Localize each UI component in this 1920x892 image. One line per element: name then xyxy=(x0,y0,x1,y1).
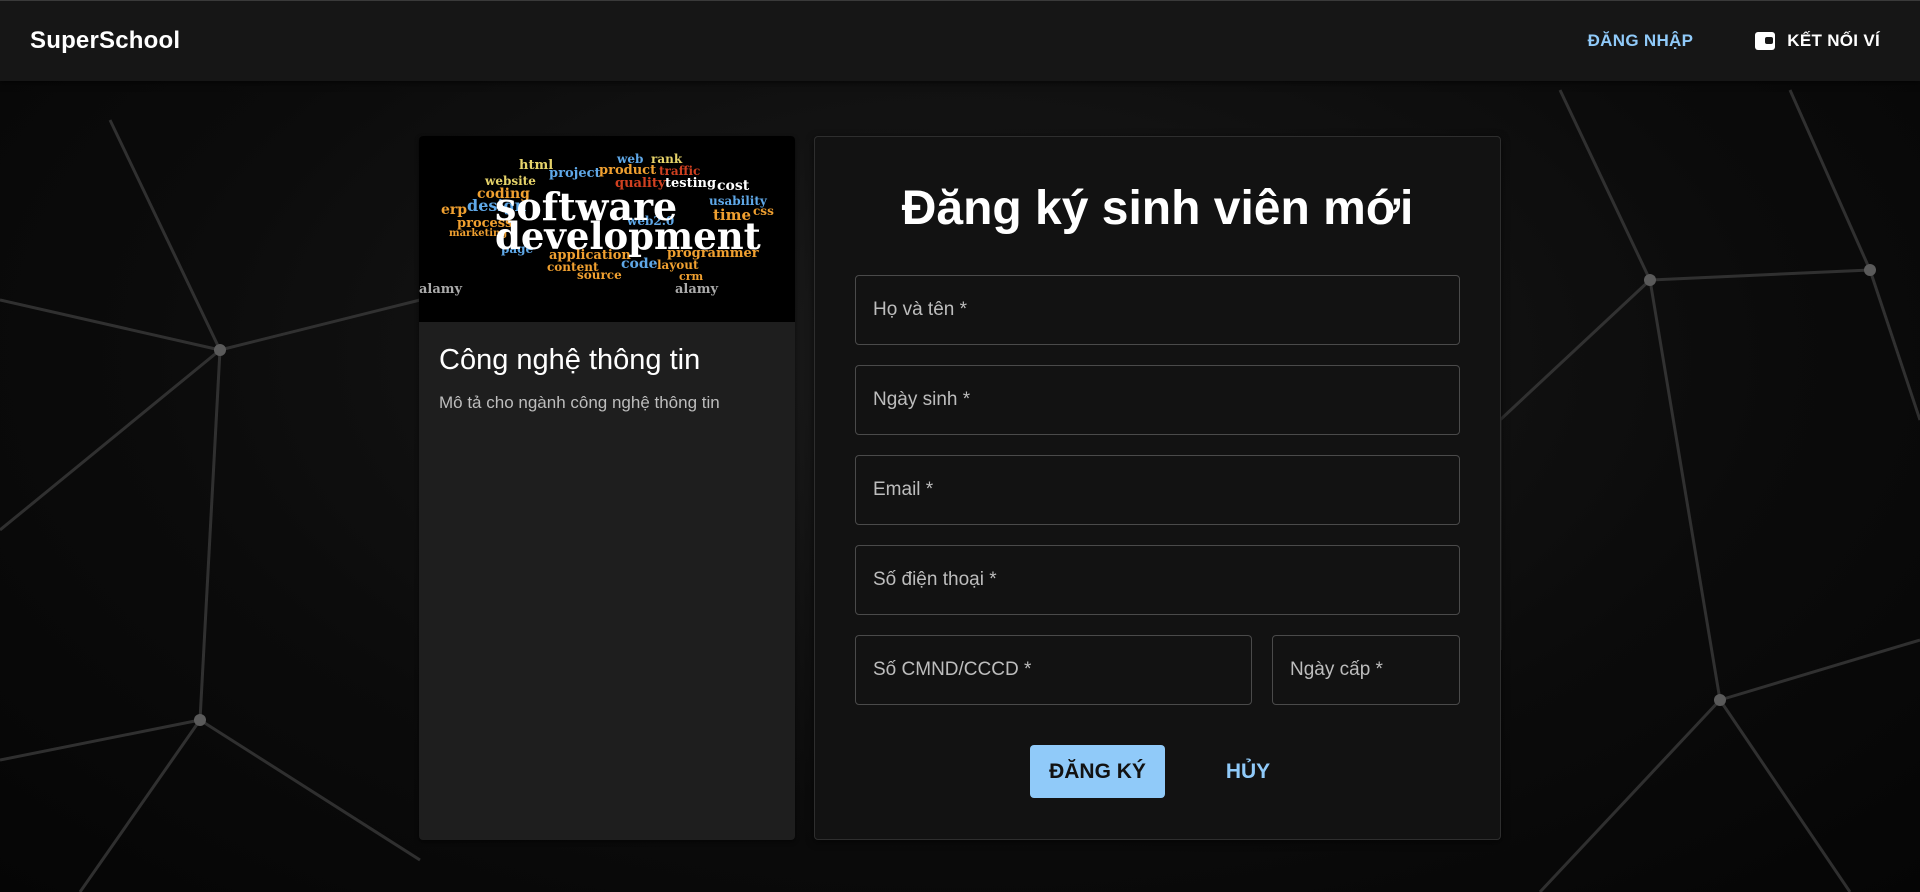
register-button[interactable]: ĐĂNG KÝ xyxy=(1030,745,1165,798)
email-field[interactable] xyxy=(855,455,1460,525)
watermark-alamy-left: alamy xyxy=(419,282,463,297)
phone-field[interactable] xyxy=(855,545,1460,615)
watermark-alamy-right: alamy xyxy=(675,282,719,297)
word-project: project xyxy=(549,166,601,181)
connect-wallet-label: KẾT NỐI VÍ xyxy=(1787,31,1880,50)
id-number-field[interactable] xyxy=(855,635,1252,705)
major-card-content: Công nghệ thông tin Mô tả cho ngành công… xyxy=(419,322,795,435)
issue-date-input[interactable] xyxy=(1273,636,1459,704)
major-card[interactable]: html project web rank website product tr… xyxy=(419,136,795,840)
major-image: html project web rank website product tr… xyxy=(419,136,795,322)
form-title: Đăng ký sinh viên mới xyxy=(901,182,1414,235)
registration-form: Đăng ký sinh viên mới ĐĂNG KÝ HỦY xyxy=(814,136,1501,840)
app-bar: SuperSchool ĐĂNG NHẬP KẾT NỐI VÍ xyxy=(0,0,1920,81)
wallet-icon xyxy=(1755,32,1776,50)
full-name-field[interactable] xyxy=(855,275,1460,345)
major-description: Mô tả cho ngành công nghệ thông tin xyxy=(439,393,720,412)
id-number-input[interactable] xyxy=(856,636,1251,704)
brand-logo[interactable]: SuperSchool xyxy=(30,27,180,55)
issue-date-field[interactable] xyxy=(1272,635,1460,705)
connect-wallet-button[interactable]: KẾT NỐI VÍ xyxy=(1755,31,1880,51)
word-development: development xyxy=(495,214,761,258)
email-input[interactable] xyxy=(856,456,1459,524)
word-cost: cost xyxy=(717,178,750,194)
word-source: source xyxy=(577,268,622,282)
login-button[interactable]: ĐĂNG NHẬP xyxy=(1588,31,1694,51)
dob-field[interactable] xyxy=(855,365,1460,435)
phone-input[interactable] xyxy=(856,546,1459,614)
major-title: Công nghệ thông tin xyxy=(439,344,701,376)
full-name-input[interactable] xyxy=(856,276,1459,344)
word-code: code xyxy=(621,256,658,272)
dob-input[interactable] xyxy=(856,366,1459,434)
cancel-button[interactable]: HỦY xyxy=(1198,745,1298,798)
